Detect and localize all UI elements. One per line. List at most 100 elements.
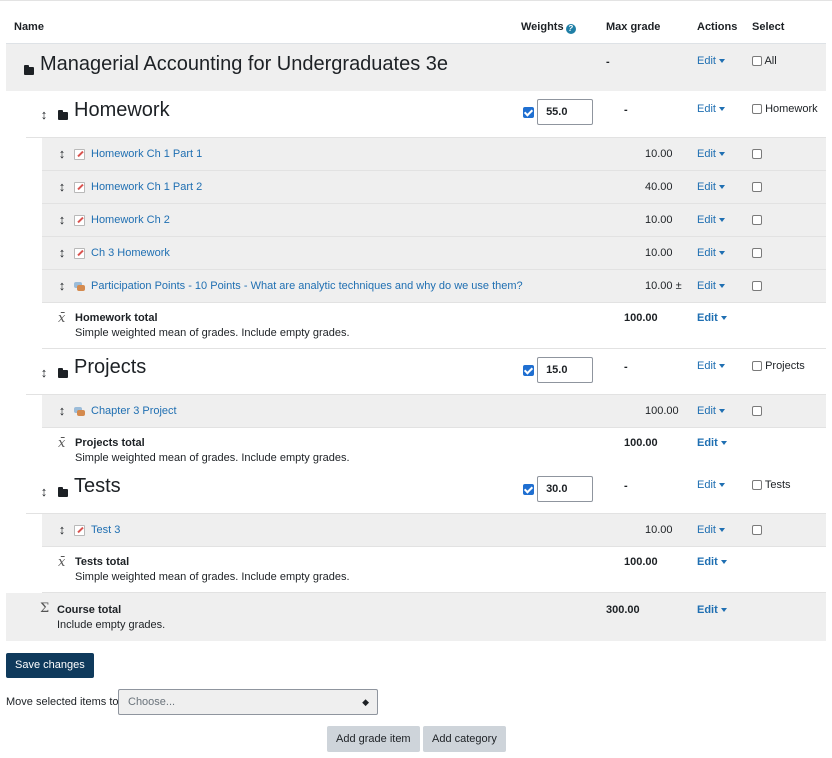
edit-label: Edit [697, 280, 716, 292]
total-name: Tests total [75, 556, 130, 568]
course-edit-menu[interactable]: Edit [697, 55, 725, 67]
select-category[interactable]: Homework [752, 103, 818, 115]
item-edit-menu[interactable]: Edit [697, 181, 725, 193]
move-icon[interactable]: ↕ [58, 246, 66, 259]
select-checkbox[interactable] [752, 149, 762, 159]
move-icon[interactable]: ↕ [40, 108, 48, 121]
assignment-icon [74, 149, 85, 160]
grade-item-link[interactable]: Ch 3 Homework [91, 247, 170, 259]
grade-item-row: ↕ Ch 3 Homework 10.00 Edit [42, 237, 826, 270]
select-checkbox[interactable] [752, 480, 762, 491]
total-name: Projects total [75, 437, 145, 449]
folder-icon [58, 110, 68, 120]
grade-item-link[interactable]: Participation Points - 10 Points - What … [91, 280, 523, 292]
item-max-grade: 10.00 [645, 524, 673, 536]
caret-down-icon [718, 152, 725, 157]
move-icon[interactable]: ↕ [58, 404, 66, 417]
item-edit-menu[interactable]: Edit [697, 280, 725, 292]
select-all[interactable]: All [752, 55, 777, 67]
item-edit-menu[interactable]: Edit [697, 405, 725, 417]
select-all-checkbox[interactable] [752, 56, 762, 67]
assignment-icon [74, 215, 85, 226]
folder-icon [58, 368, 68, 378]
grade-item-row: ↕ Homework Ch 1 Part 2 40.00 Edit [42, 171, 826, 204]
edit-label: Edit [697, 524, 716, 536]
move-icon[interactable]: ↕ [58, 523, 66, 536]
total-edit-menu[interactable]: Edit [697, 556, 727, 568]
edit-label: Edit [697, 181, 716, 193]
course-total-description: Include empty grades. [57, 619, 166, 631]
move-items-label: Move selected items to [6, 696, 119, 708]
item-edit-menu[interactable]: Edit [697, 214, 725, 226]
weight-override-checkbox[interactable] [523, 106, 534, 118]
mean-icon: x̄ [58, 311, 66, 326]
add-grade-item-button[interactable]: Add grade item [327, 726, 420, 752]
grade-item-link[interactable]: Homework Ch 1 Part 2 [91, 181, 202, 193]
total-edit-menu[interactable]: Edit [697, 437, 727, 449]
move-icon[interactable]: ↕ [40, 485, 48, 498]
weight-override-checkbox[interactable] [523, 483, 534, 495]
category-edit-menu[interactable]: Edit [697, 360, 725, 372]
save-changes-button[interactable]: Save changes [6, 653, 94, 678]
edit-label: Edit [697, 55, 716, 67]
select-category[interactable]: Projects [752, 360, 805, 372]
select-checkbox[interactable] [752, 281, 762, 291]
grade-item-link[interactable]: Homework Ch 1 Part 1 [91, 148, 202, 160]
category-max-grade: - [624, 361, 628, 373]
weight-override-checkbox[interactable] [523, 364, 534, 376]
grade-item-link[interactable]: Chapter 3 Project [91, 405, 177, 417]
grade-item-row: ↕ Homework Ch 1 Part 1 10.00 Edit [42, 138, 826, 171]
add-category-button[interactable]: Add category [423, 726, 506, 752]
total-max-grade: 100.00 [624, 556, 658, 568]
item-edit-menu[interactable]: Edit [697, 148, 725, 160]
select-checkbox[interactable] [752, 248, 762, 258]
weight-input[interactable]: 30.0 [537, 476, 594, 502]
category-edit-menu[interactable]: Edit [697, 103, 725, 115]
select-checkbox[interactable] [752, 406, 762, 416]
move-icon[interactable]: ↕ [58, 180, 66, 193]
move-icon[interactable]: ↕ [58, 147, 66, 160]
caret-down-icon [718, 284, 725, 289]
top-divider [0, 0, 832, 1]
course-total-edit-menu[interactable]: Edit [697, 604, 727, 616]
caret-down-icon [718, 107, 725, 112]
select-all-label: All [764, 55, 777, 67]
mean-icon: x̄ [58, 555, 66, 570]
course-total-name: Course total [57, 604, 122, 616]
select-category[interactable]: Tests [752, 479, 791, 491]
select-checkbox[interactable] [752, 104, 762, 115]
move-icon[interactable]: ↕ [58, 213, 66, 226]
grade-item-link[interactable]: Homework Ch 2 [91, 214, 170, 226]
grade-item-link[interactable]: Test 3 [91, 524, 120, 536]
edit-label: Edit [697, 604, 718, 616]
course-total-max-grade: 300.00 [606, 604, 640, 616]
select-arrows-icon: ◆ [362, 697, 369, 707]
total-edit-menu[interactable]: Edit [697, 312, 727, 324]
select-checkbox[interactable] [752, 215, 762, 225]
caret-down-icon [718, 409, 725, 414]
move-destination-select[interactable]: Choose... ◆ [118, 689, 378, 715]
category-row-tests: ↕ Tests 30.0 - Edit Tests [26, 468, 826, 514]
edit-label: Edit [697, 556, 718, 568]
item-edit-menu[interactable]: Edit [697, 247, 725, 259]
category-total-row: x̄ Tests total Simple weighted mean of g… [42, 547, 826, 593]
caret-down-icon [718, 251, 725, 256]
total-max-grade: 100.00 [624, 312, 658, 324]
move-icon[interactable]: ↕ [40, 366, 48, 379]
category-max-grade: - [624, 104, 628, 116]
help-icon[interactable]: ? [565, 24, 576, 34]
caret-down-icon [718, 218, 725, 223]
header-weights: Weights? [521, 21, 576, 34]
select-checkbox[interactable] [752, 361, 762, 372]
item-max-grade: 10.00 [645, 148, 673, 160]
category-edit-menu[interactable]: Edit [697, 479, 725, 491]
item-edit-menu[interactable]: Edit [697, 524, 725, 536]
course-total-row: Σ Course total Include empty grades. 300… [6, 593, 826, 641]
caret-down-icon [718, 364, 725, 369]
select-checkbox[interactable] [752, 525, 762, 535]
weight-input[interactable]: 15.0 [537, 357, 594, 383]
move-icon[interactable]: ↕ [58, 279, 66, 292]
grade-item-row: ↕ Homework Ch 2 10.00 Edit [42, 204, 826, 237]
weight-input[interactable]: 55.0 [537, 99, 594, 125]
select-checkbox[interactable] [752, 182, 762, 192]
